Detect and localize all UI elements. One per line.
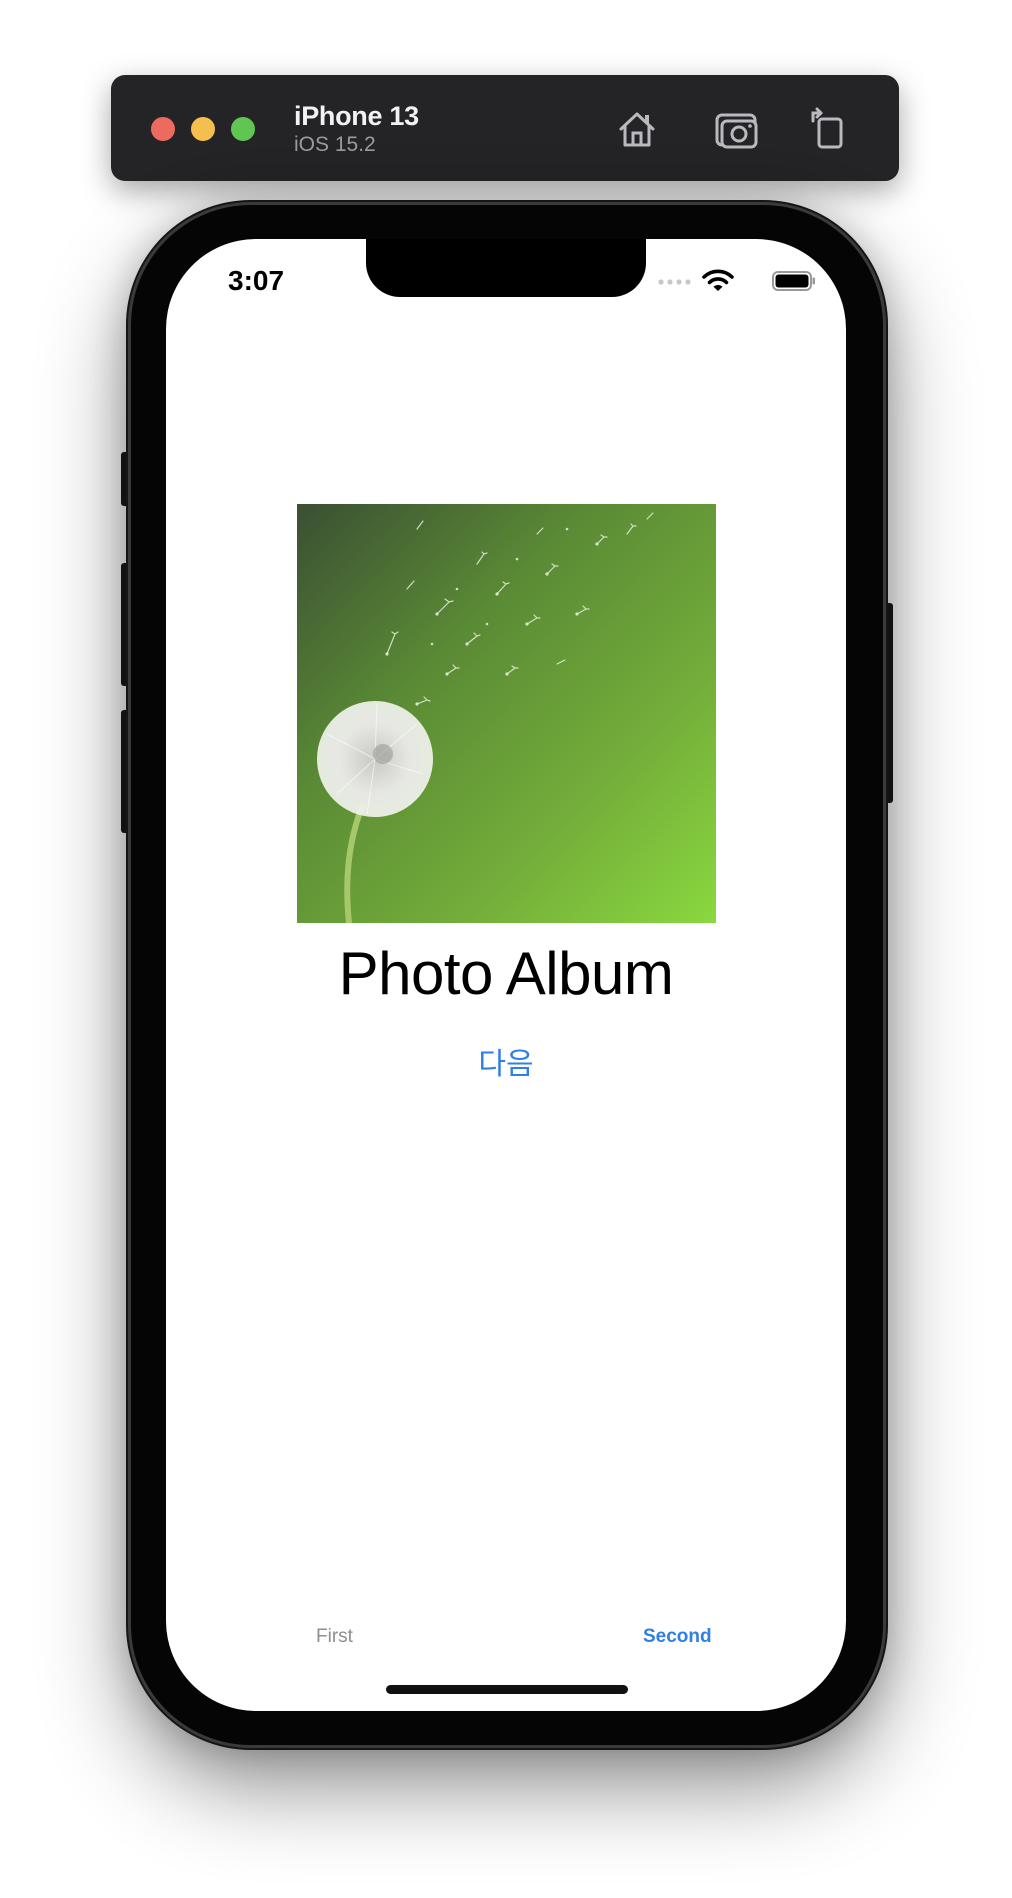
tab-second[interactable]: Second bbox=[643, 1626, 712, 1648]
device-os-version: iOS 15.2 bbox=[294, 133, 376, 156]
notch bbox=[366, 239, 646, 297]
zoom-window-button[interactable] bbox=[231, 117, 255, 141]
minimize-window-button[interactable] bbox=[191, 117, 215, 141]
tab-first[interactable]: First bbox=[316, 1626, 353, 1648]
device-name: iPhone 13 bbox=[294, 101, 419, 131]
home-icon[interactable] bbox=[613, 105, 661, 153]
close-window-button[interactable] bbox=[151, 117, 175, 141]
rotate-icon[interactable] bbox=[805, 105, 853, 153]
signal-icon bbox=[658, 279, 691, 285]
page-title: Photo Album bbox=[338, 940, 674, 1007]
battery-icon bbox=[772, 271, 815, 291]
wifi-icon bbox=[702, 269, 734, 291]
dandelion-photo bbox=[297, 504, 716, 923]
next-button[interactable]: 다음 bbox=[166, 1039, 846, 1083]
screenshot-icon[interactable] bbox=[713, 105, 761, 153]
simulator-toolbar: iPhone 13 iOS 15.2 bbox=[111, 75, 899, 181]
phone-screen: 3:07 Photo Album 다음 First Second bbox=[166, 239, 846, 1711]
home-indicator[interactable] bbox=[386, 1685, 628, 1694]
status-indicators bbox=[646, 269, 816, 293]
status-time: 3:07 bbox=[228, 265, 285, 296]
